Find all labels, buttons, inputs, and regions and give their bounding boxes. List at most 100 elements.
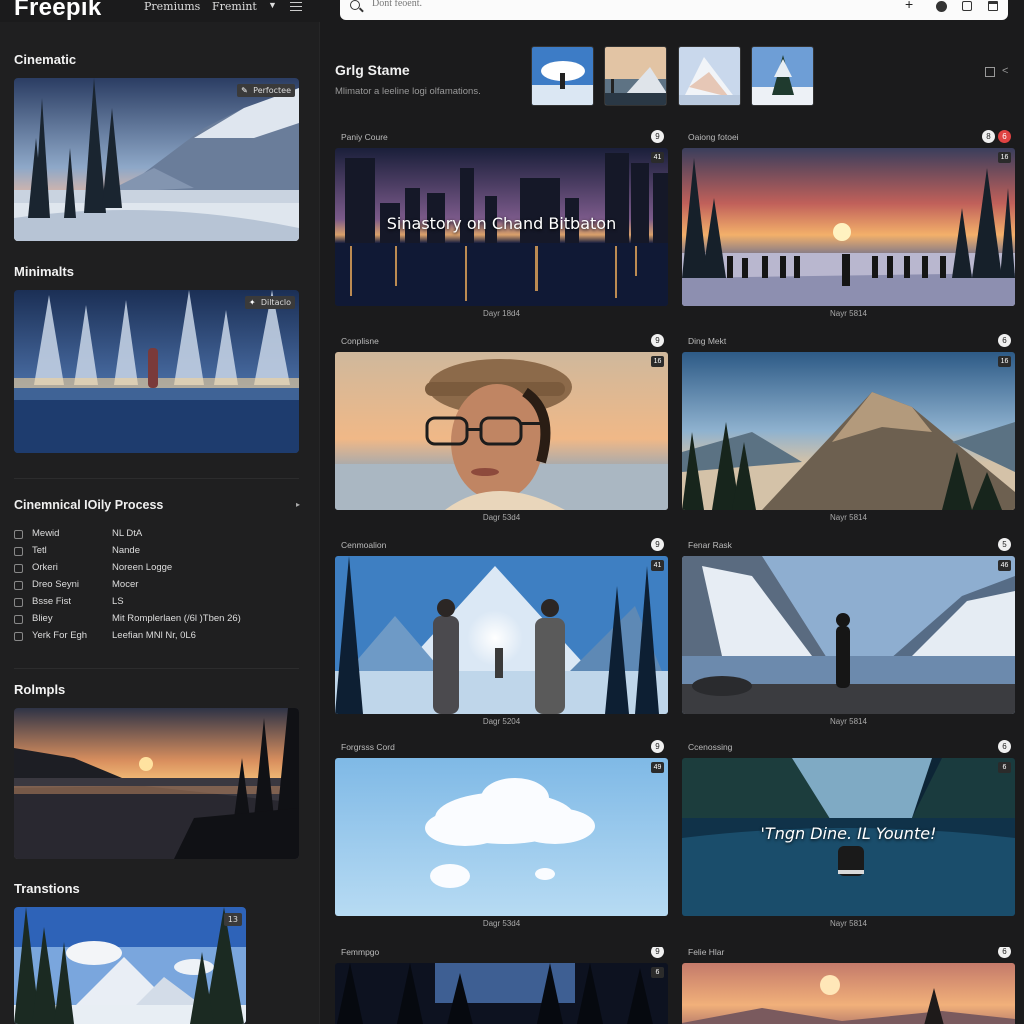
quick-thumbnail[interactable] — [678, 46, 741, 106]
card-caption: Dayr 18d4 — [483, 309, 520, 318]
filter-row[interactable]: Bliey Mit Romplerlaen (/6l )Tben 26) — [14, 613, 304, 629]
image-card[interactable]: Cenmoalion 9 41 Dagr 5204 — [335, 538, 668, 730]
card-label: Conplisne — [341, 336, 379, 346]
card-label: Fenar Rask — [688, 540, 732, 550]
checkbox[interactable] — [14, 598, 23, 607]
card-badge[interactable]: 6 — [998, 334, 1011, 347]
divider — [14, 668, 299, 669]
filter-row[interactable]: Mewid NL DtA — [14, 528, 304, 544]
card-image[interactable]: 'Tngn Dine. IL Younte! 6 — [682, 758, 1015, 916]
image-card[interactable]: Felie Hlar 6 — [682, 947, 1015, 1024]
card-image[interactable]: 49 — [335, 758, 668, 916]
search-icon — [350, 0, 360, 10]
card-image[interactable]: Sinastory on Chand Bitbaton 41 — [335, 148, 668, 306]
image-card[interactable]: Ccenossing 6 'Tngn Dine. IL Younte! 6 Na… — [682, 740, 1015, 932]
sparkle-icon: ✎ — [241, 86, 248, 95]
card-corner-badge: 46 — [998, 560, 1011, 571]
filter-row[interactable]: Dreo Seyni Mocer — [14, 579, 304, 595]
section-title-minimalts: Minimalts — [14, 264, 74, 279]
image-card[interactable]: Conplisne 9 16 Dagr 53d4 — [335, 334, 668, 526]
card-corner-badge: 49 — [651, 762, 664, 773]
card-badge[interactable]: 9 — [651, 740, 664, 753]
card-corner-badge: 6 — [998, 762, 1011, 773]
card-overlay-text: Sinastory on Chand Bitbaton — [386, 214, 617, 233]
card-badge[interactable]: 9 — [651, 947, 664, 958]
quick-thumbnail[interactable] — [531, 46, 594, 106]
image-card[interactable]: Forgrsss Cord 9 49 Dagr 53d4 — [335, 740, 668, 932]
checkbox[interactable] — [14, 530, 23, 539]
card-image[interactable] — [682, 963, 1015, 1024]
image-card[interactable]: Oaiong fotoei 8 6 16 Nayr 5814 — [682, 130, 1015, 322]
card-corner-badge: 16 — [651, 356, 664, 367]
quick-thumbnail[interactable] — [604, 46, 667, 106]
card-image[interactable]: 16 — [682, 148, 1015, 306]
card-image[interactable]: 41 — [335, 556, 668, 714]
tag-badge: ✎ Perfoctee — [237, 84, 295, 97]
menu-icon[interactable] — [290, 2, 302, 14]
thumbnail-rolmpls[interactable] — [14, 708, 299, 859]
card-badge[interactable]: 6 — [998, 947, 1011, 958]
card-image[interactable]: 16 — [682, 352, 1015, 510]
checkbox[interactable] — [14, 581, 23, 590]
grid-icon[interactable] — [985, 67, 995, 77]
card-label: Paniy Coure — [341, 132, 388, 142]
thumbnail-minimalts[interactable]: ✦ Diltaclo — [14, 290, 299, 453]
divider — [14, 478, 299, 479]
card-badge[interactable]: 9 — [651, 130, 664, 143]
card-badge[interactable]: 5 — [998, 538, 1011, 551]
checkbox[interactable] — [14, 547, 23, 556]
chevron-right-icon[interactable]: ▸ — [296, 500, 300, 509]
section-title-rolmpls: Rolmpls — [14, 682, 66, 697]
quick-thumbnail[interactable] — [751, 46, 814, 106]
card-corner-badge: 6 — [651, 967, 664, 978]
filter-row[interactable]: Tetl Nande — [14, 545, 304, 561]
card-label: Ding Mekt — [688, 336, 727, 346]
search-input[interactable] — [372, 0, 872, 9]
image-card[interactable]: Paniy Coure 9 Sinastory on Chand Bitbato… — [335, 130, 668, 322]
sidebar: Cinematic ✎ Perfoctee Minimalts ✦ Diltac… — [0, 22, 320, 1024]
image-card[interactable]: Fenar Rask 5 46 Nayr 5814 — [682, 538, 1015, 730]
card-caption: Nayr 5814 — [830, 309, 867, 318]
filter-row[interactable]: Yerk For Egh Leefian MNl Nr, 0L6 — [14, 630, 304, 646]
page-subtitle: Mlimator a leeline logi olfamations. — [335, 86, 481, 97]
sparkle-icon: ✦ — [248, 298, 256, 307]
checkbox[interactable] — [14, 615, 23, 624]
share-icon[interactable]: < — [1002, 65, 1008, 77]
thumbnail-cinematic[interactable]: ✎ Perfoctee — [14, 78, 299, 241]
section-title-cinematic: Cinematic — [14, 52, 77, 67]
filters-title[interactable]: Cinemnical IOily Process — [14, 498, 163, 512]
card-badge-red[interactable]: 6 — [998, 130, 1011, 143]
filter-row[interactable]: Bsse Fist LS — [14, 596, 304, 612]
card-label: Femmpgo — [341, 947, 380, 957]
card-label: Cenmoalion — [341, 540, 387, 550]
card-image[interactable]: 6 — [335, 963, 668, 1024]
plus-icon[interactable]: + — [905, 0, 913, 11]
nav-premiums[interactable]: Premiums — [144, 0, 200, 13]
logo[interactable]: Freepik — [14, 0, 101, 22]
card-badge[interactable]: 8 — [982, 130, 995, 143]
checkbox[interactable] — [14, 632, 23, 641]
card-caption: Nayr 5814 — [830, 717, 867, 726]
search-bar: + — [340, 0, 1008, 20]
trash-icon[interactable] — [988, 1, 998, 11]
card-caption: Dagr 53d4 — [482, 513, 521, 522]
page-title: Grlg Stame — [335, 62, 410, 78]
card-badge[interactable]: 9 — [651, 334, 664, 347]
image-card[interactable]: Ding Mekt 6 16 Nayr 5814 — [682, 334, 1015, 526]
nav-fremint[interactable]: Fremint — [212, 0, 257, 13]
card-caption: Nayr 5814 — [830, 513, 867, 522]
card-badge[interactable]: 6 — [998, 740, 1011, 753]
thumbnail-transtions[interactable]: 13 — [14, 907, 246, 1024]
chevron-down-icon[interactable]: ▼ — [268, 0, 277, 10]
profile-icon[interactable] — [936, 1, 947, 12]
card-badge[interactable]: 9 — [651, 538, 664, 551]
card-corner-badge: 41 — [651, 560, 664, 571]
card-caption: Dagr 5204 — [482, 717, 521, 726]
section-title-transtions: Transtions — [14, 881, 80, 896]
filter-row[interactable]: Orkeri Noreen Logge — [14, 562, 304, 578]
image-card[interactable]: Femmpgo 9 6 — [335, 947, 668, 1024]
checkbox[interactable] — [14, 564, 23, 573]
card-image[interactable]: 46 — [682, 556, 1015, 714]
card-image[interactable]: 16 — [335, 352, 668, 510]
window-icon[interactable] — [962, 1, 972, 11]
